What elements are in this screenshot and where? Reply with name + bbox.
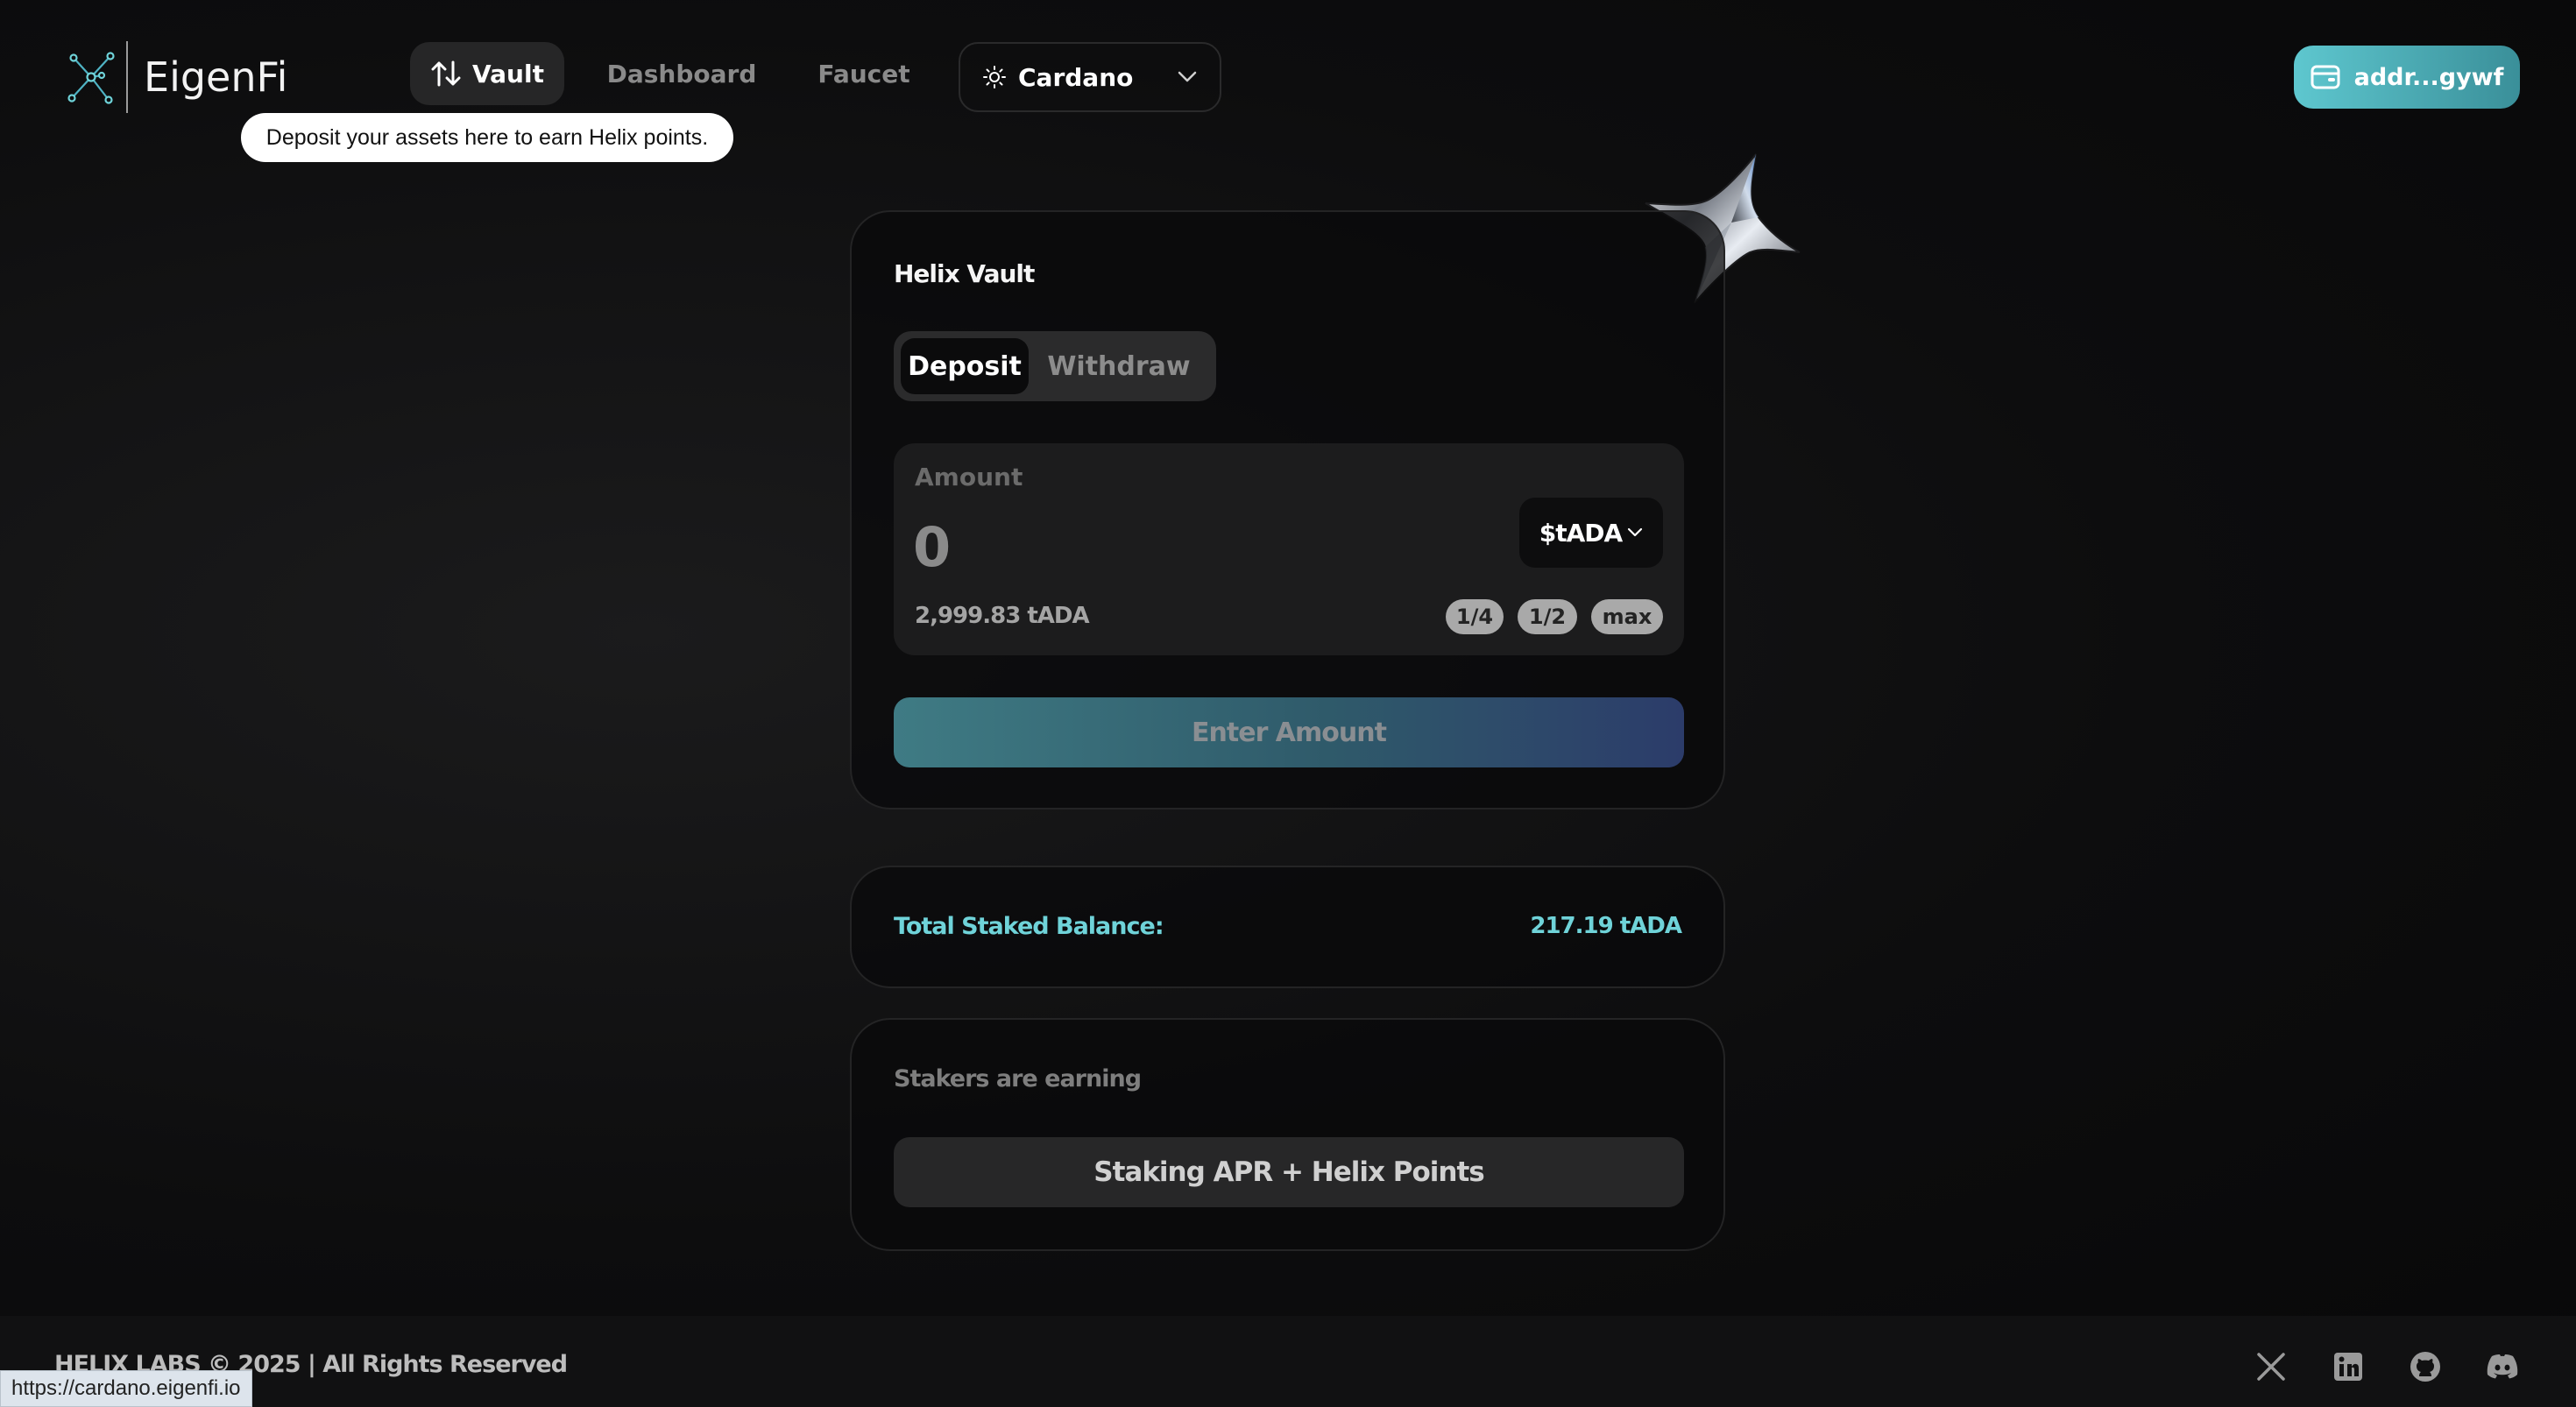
transfer-arrows-icon <box>431 60 461 87</box>
nav-vault-label: Vault <box>472 59 544 88</box>
nav-faucet-label: Faucet <box>817 59 910 88</box>
nav-dashboard[interactable]: Dashboard <box>592 42 771 105</box>
discord-icon[interactable] <box>2483 1347 2522 1386</box>
half-button[interactable]: 1/2 <box>1518 599 1577 634</box>
staked-balance-card: Total Staked Balance: 217.19 tADA <box>850 866 1725 988</box>
max-button[interactable]: max <box>1591 599 1663 634</box>
chevron-down-icon <box>1628 527 1643 537</box>
tab-withdraw[interactable]: Withdraw <box>1029 338 1209 394</box>
earning-label: Stakers are earning <box>894 1065 1142 1092</box>
nav-faucet[interactable]: Faucet <box>799 42 929 105</box>
token-select[interactable]: $tADA <box>1519 498 1663 568</box>
vault-tooltip: Deposit your assets here to earn Helix p… <box>241 113 733 162</box>
network-select-label: Cardano <box>1018 62 1134 92</box>
wallet-icon <box>2311 65 2340 89</box>
tab-deposit[interactable]: Deposit <box>901 338 1029 394</box>
x-icon[interactable] <box>2252 1347 2290 1386</box>
wallet-button[interactable]: addr...gywf <box>2294 46 2520 109</box>
eigenfi-logo[interactable]: EigenFi <box>67 41 288 113</box>
quarter-button[interactable]: 1/4 <box>1446 599 1504 634</box>
amount-label: Amount <box>915 463 1023 491</box>
footer: HELIX LABS © 2025 | All Rights Reserved <box>0 1316 2576 1407</box>
enter-amount-button[interactable]: Enter Amount <box>894 697 1684 767</box>
logo-divider <box>126 41 128 113</box>
amount-input[interactable]: 0 <box>913 515 951 579</box>
linkedin-icon[interactable] <box>2329 1347 2367 1386</box>
chevron-down-icon <box>1178 71 1197 82</box>
earning-value: Staking APR + Helix Points <box>894 1137 1684 1207</box>
vault-title: Helix Vault <box>894 259 1035 288</box>
earning-card: Stakers are earning Staking APR + Helix … <box>850 1018 1725 1251</box>
token-select-label: $tADA <box>1539 518 1623 548</box>
logo-text: EigenFi <box>144 53 288 101</box>
sun-icon <box>983 66 1006 88</box>
helix-vault-card: Helix Vault Deposit Withdraw Amount 0 $t… <box>850 210 1725 810</box>
wallet-address: addr...gywf <box>2353 63 2504 91</box>
status-bar-url: https://cardano.eigenfi.io <box>0 1370 252 1407</box>
nav-dashboard-label: Dashboard <box>606 59 757 88</box>
network-logo-icon <box>67 52 115 104</box>
staked-balance-value: 217.19 tADA <box>1530 913 1682 939</box>
amount-box: Amount 0 $tADA 2,999.83 tADA 1/4 1/2 max <box>894 443 1684 655</box>
vault-tabs: Deposit Withdraw <box>894 331 1216 401</box>
github-icon[interactable] <box>2406 1347 2445 1386</box>
nav-vault[interactable]: Vault <box>410 42 564 105</box>
network-select[interactable]: Cardano <box>959 42 1221 112</box>
available-balance: 2,999.83 tADA <box>915 603 1090 629</box>
staked-balance-label: Total Staked Balance: <box>894 913 1164 940</box>
